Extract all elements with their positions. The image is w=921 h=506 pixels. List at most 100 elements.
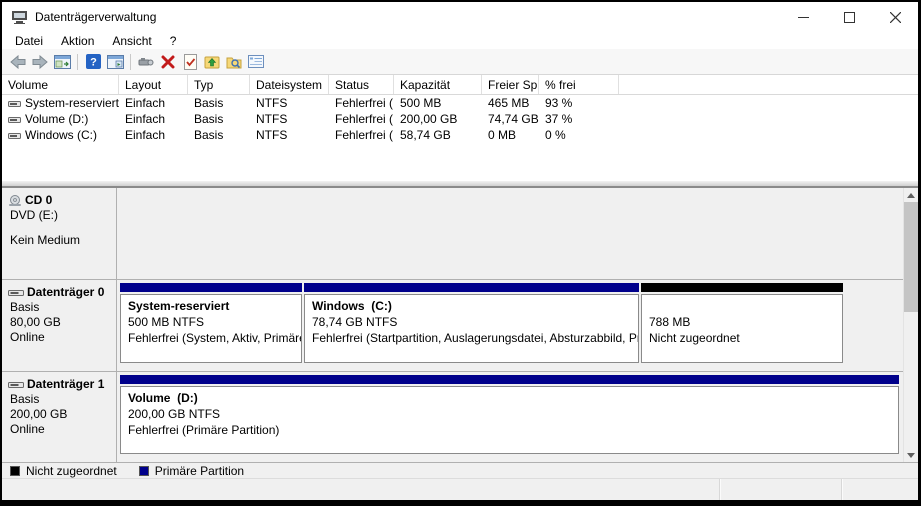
folder-up-icon[interactable]: [201, 52, 223, 72]
partition-unallocated[interactable]: 788 MB Nicht zugeordnet: [641, 283, 843, 363]
partition-windows-c[interactable]: Windows (C:) 78,74 GB NTFS Fehlerfrei (S…: [304, 283, 639, 363]
volume-icon: [8, 115, 21, 124]
cd-row: CD 0 DVD (E:) Kein Medium: [2, 188, 918, 280]
cell-dateisystem: NTFS: [250, 112, 329, 126]
disk0-type: Basis: [10, 300, 112, 315]
delete-icon[interactable]: [157, 52, 179, 72]
cell-prozent-frei: 0 %: [539, 128, 619, 142]
cd-title: CD 0: [25, 193, 52, 208]
cell-prozent-frei: 37 %: [539, 112, 619, 126]
volume-name: System-reserviert: [25, 96, 119, 110]
partition-size: 788 MB: [649, 314, 835, 330]
cd-drive-letter: DVD (E:): [10, 208, 112, 223]
disk0-title: Datenträger 0: [27, 285, 104, 300]
volume-icon: [8, 131, 21, 140]
close-button[interactable]: [872, 2, 918, 32]
column-header-layout[interactable]: Layout: [119, 75, 188, 94]
partition-name: Volume (D:): [128, 390, 891, 406]
column-header-kapazitaet[interactable]: Kapazität: [394, 75, 482, 94]
vertical-scrollbar[interactable]: [903, 188, 918, 462]
title-bar: Datenträgerverwaltung: [2, 2, 918, 32]
cell-status: Fehlerfrei (...: [329, 128, 394, 142]
table-row[interactable]: Volume (D:) Einfach Basis NTFS Fehlerfre…: [2, 111, 918, 127]
scrollbar-track[interactable]: [904, 202, 918, 448]
partition-system-reserviert[interactable]: System-reserviert 500 MB NTFS Fehlerfrei…: [120, 283, 302, 363]
partition-status: Fehlerfrei (Startpartition, Auslagerungs…: [312, 330, 631, 346]
column-header-filler: [619, 75, 918, 94]
action-pane-icon[interactable]: [104, 52, 126, 72]
back-icon[interactable]: [7, 52, 29, 72]
partition-size: 500 MB NTFS: [128, 314, 294, 330]
disk-icon: [8, 380, 24, 390]
window-controls: [780, 2, 918, 32]
menu-bar: Datei Aktion Ansicht ?: [2, 32, 918, 49]
app-icon: [11, 10, 28, 25]
disk1-row: Datenträger 1 Basis 200,00 GB Online Vol…: [2, 372, 918, 462]
cell-typ: Basis: [188, 112, 250, 126]
properties-check-icon[interactable]: [179, 52, 201, 72]
disk0-label-panel[interactable]: Datenträger 0 Basis 80,00 GB Online: [2, 280, 117, 371]
cell-kapazitaet: 200,00 GB: [394, 112, 482, 126]
column-header-freier-speicher[interactable]: Freier Sp...: [482, 75, 539, 94]
partition-name: Windows (C:): [312, 298, 631, 314]
disk1-size: 200,00 GB: [10, 407, 112, 422]
partition-name: System-reserviert: [128, 298, 294, 314]
table-row[interactable]: Windows (C:) Einfach Basis NTFS Fehlerfr…: [2, 127, 918, 143]
disk0-status: Online: [10, 330, 112, 345]
legend-item-unallocated: Nicht zugeordnet: [10, 464, 117, 478]
maximize-button[interactable]: [826, 2, 872, 32]
cell-layout: Einfach: [119, 96, 188, 110]
disk-management-window: Datenträgerverwaltung Datei Aktion Ansic…: [0, 0, 921, 506]
minimize-button[interactable]: [780, 2, 826, 32]
partition-size: 200,00 GB NTFS: [128, 406, 891, 422]
disk1-label-panel[interactable]: Datenträger 1 Basis 200,00 GB Online: [2, 372, 117, 462]
scrollbar-thumb[interactable]: [904, 202, 918, 312]
cell-typ: Basis: [188, 96, 250, 110]
unallocated-swatch: [10, 466, 20, 476]
column-header-typ[interactable]: Typ: [188, 75, 250, 94]
cell-dateisystem: NTFS: [250, 96, 329, 110]
menu-datei[interactable]: Datei: [6, 33, 52, 49]
menu-aktion[interactable]: Aktion: [52, 33, 103, 49]
scroll-up-icon[interactable]: [904, 188, 918, 202]
status-segment: [2, 479, 720, 500]
pane-splitter[interactable]: [2, 180, 918, 188]
status-segment: [720, 479, 842, 500]
partition-color-bar: [304, 283, 639, 292]
cell-freier-speicher: 0 MB: [482, 128, 539, 142]
disk-icon: [8, 288, 24, 298]
toolbar-separator: [77, 54, 78, 70]
help-icon[interactable]: ?: [82, 52, 104, 72]
console-tree-icon[interactable]: [51, 52, 73, 72]
toolbar-separator: [130, 54, 131, 70]
partition-status: Fehlerfrei (Primäre Partition): [128, 422, 891, 438]
toolbar: ?: [2, 49, 918, 75]
scroll-down-icon[interactable]: [904, 448, 918, 462]
column-header-volume[interactable]: Volume: [2, 75, 119, 94]
disk0-row: Datenträger 0 Basis 80,00 GB Online Syst…: [2, 280, 918, 372]
column-header-prozent-frei[interactable]: % frei: [539, 75, 619, 94]
menu-ansicht[interactable]: Ansicht: [103, 33, 160, 49]
tool-icon[interactable]: [135, 52, 157, 72]
volume-name: Volume (D:): [25, 112, 88, 126]
partition-name: [649, 298, 835, 314]
volume-list-header: Volume Layout Typ Dateisystem Status Kap…: [2, 75, 918, 95]
partition-volume-d[interactable]: Volume (D:) 200,00 GB NTFS Fehlerfrei (P…: [120, 375, 899, 454]
column-header-status[interactable]: Status: [329, 75, 394, 94]
cd-area: [117, 188, 918, 279]
folder-search-icon[interactable]: [223, 52, 245, 72]
menu-hilfe[interactable]: ?: [161, 33, 186, 49]
disk1-type: Basis: [10, 392, 112, 407]
forward-icon[interactable]: [29, 52, 51, 72]
cell-prozent-frei: 93 %: [539, 96, 619, 110]
column-header-dateisystem[interactable]: Dateisystem: [250, 75, 329, 94]
cell-layout: Einfach: [119, 112, 188, 126]
disk1-title: Datenträger 1: [27, 377, 104, 392]
partition-size: 78,74 GB NTFS: [312, 314, 631, 330]
details-icon[interactable]: [245, 52, 267, 72]
legend-label: Nicht zugeordnet: [26, 464, 117, 478]
cell-kapazitaet: 58,74 GB: [394, 128, 482, 142]
cd-label-panel[interactable]: CD 0 DVD (E:) Kein Medium: [2, 188, 117, 279]
table-row[interactable]: System-reserviert Einfach Basis NTFS Feh…: [2, 95, 918, 111]
volume-icon: [8, 99, 21, 108]
